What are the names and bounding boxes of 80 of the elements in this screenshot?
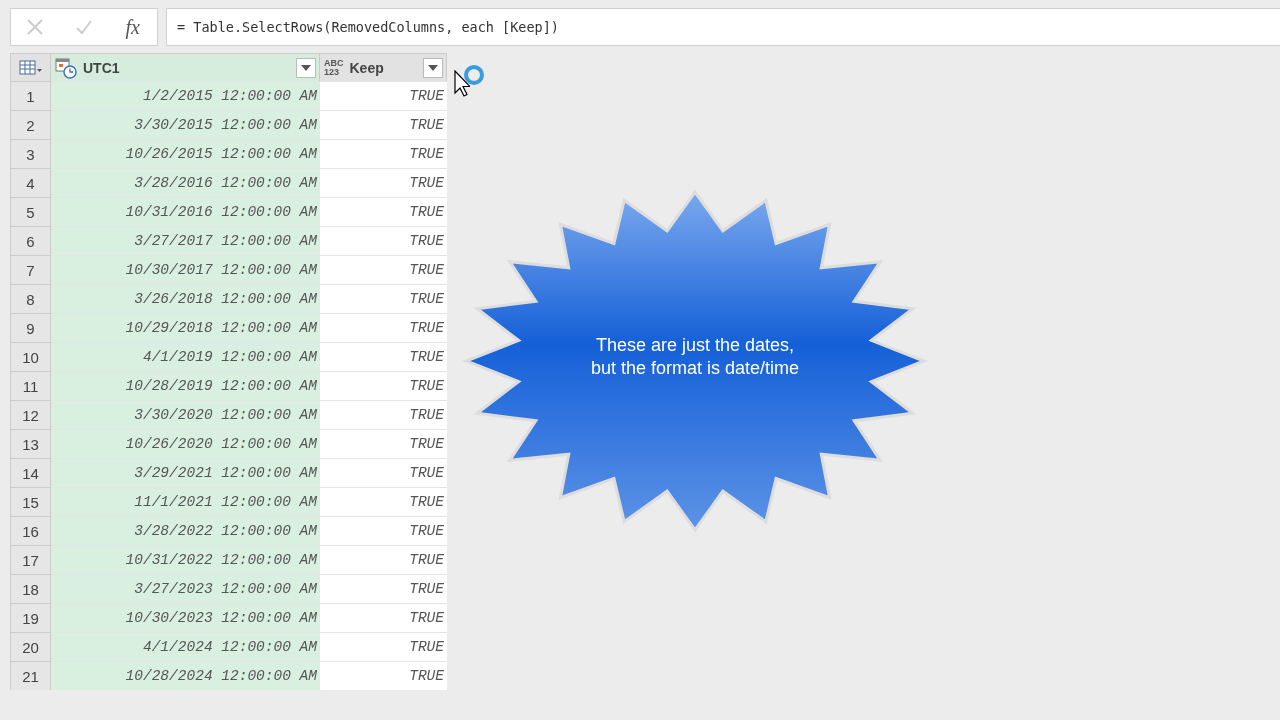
row-number: 6	[11, 226, 51, 255]
table-cell: TRUE	[320, 458, 447, 487]
row-number: 12	[11, 400, 51, 429]
row-number: 21	[11, 661, 51, 690]
datetime-type-icon	[55, 56, 77, 79]
row-number: 7	[11, 255, 51, 284]
row-number: 14	[11, 458, 51, 487]
row-number: 1	[11, 81, 51, 110]
table-cell: 10/31/2016 12:00:00 AM	[51, 197, 320, 226]
table-cell: 3/27/2017 12:00:00 AM	[51, 226, 320, 255]
formula-field[interactable]: = Table.SelectRows(RemovedColumns, each [Keep])	[166, 8, 1280, 46]
row-number: 4	[11, 168, 51, 197]
caret-icon	[428, 64, 438, 71]
function-button[interactable]: fx	[118, 13, 147, 41]
table-cell: TRUE	[320, 371, 447, 400]
row-number: 8	[11, 284, 51, 313]
callout-text: These are just the dates, but the format is date/time	[589, 334, 801, 380]
table-cell: 10/28/2019 12:00:00 AM	[51, 371, 320, 400]
column-name: UTC1	[83, 59, 121, 76]
column-name: Keep	[349, 59, 385, 76]
table-cell: TRUE	[320, 342, 447, 371]
table-cell: 11/1/2021 12:00:00 AM	[51, 487, 320, 516]
table-cell: TRUE	[320, 255, 447, 284]
table-cell: TRUE	[320, 226, 447, 255]
row-number: 11	[11, 371, 51, 400]
row-number: 19	[11, 603, 51, 632]
table-cell: TRUE	[320, 632, 447, 661]
caret-icon	[301, 64, 311, 71]
table-cell: 3/28/2022 12:00:00 AM	[51, 516, 320, 545]
table-cell: 10/31/2022 12:00:00 AM	[51, 545, 320, 574]
table-cell: TRUE	[320, 110, 447, 139]
table-cell: TRUE	[320, 197, 447, 226]
table-cell: 4/1/2019 12:00:00 AM	[51, 342, 320, 371]
table-cell: 10/26/2020 12:00:00 AM	[51, 429, 320, 458]
table-menu-icon[interactable]	[18, 59, 43, 76]
filter-dropdown[interactable]	[296, 57, 316, 78]
table-cell: 10/30/2017 12:00:00 AM	[51, 255, 320, 284]
row-number: 3	[11, 139, 51, 168]
type-label: ABC 123	[324, 58, 344, 77]
loading-spinner-icon	[462, 63, 486, 87]
table-cell: 3/26/2018 12:00:00 AM	[51, 284, 320, 313]
table-cell: 3/28/2016 12:00:00 AM	[51, 168, 320, 197]
table-cell: TRUE	[320, 284, 447, 313]
table-cell: 3/30/2015 12:00:00 AM	[51, 110, 320, 139]
table-cell: TRUE	[320, 545, 447, 574]
table-cell: 10/26/2015 12:00:00 AM	[51, 139, 320, 168]
table-cell: TRUE	[320, 313, 447, 342]
table-cell: TRUE	[320, 81, 447, 110]
table-cell: 1/2/2015 12:00:00 AM	[51, 81, 320, 110]
table-cell: 10/28/2024 12:00:00 AM	[51, 661, 320, 690]
table-cell: TRUE	[320, 574, 447, 603]
table-cell: 3/29/2021 12:00:00 AM	[51, 458, 320, 487]
table-cell: TRUE	[320, 139, 447, 168]
table-cell: 10/30/2023 12:00:00 AM	[51, 603, 320, 632]
row-number: 13	[11, 429, 51, 458]
table-cell: TRUE	[320, 516, 447, 545]
row-number: 15	[11, 487, 51, 516]
table-cell: TRUE	[320, 603, 447, 632]
row-number: 9	[11, 313, 51, 342]
row-number: 10	[11, 342, 51, 371]
row-number: 18	[11, 574, 51, 603]
check-icon	[75, 18, 93, 36]
row-number: 20	[11, 632, 51, 661]
row-number: 5	[11, 197, 51, 226]
row-number: 17	[11, 545, 51, 574]
filter-dropdown[interactable]	[423, 57, 443, 78]
table-cell: TRUE	[320, 661, 447, 690]
table-cell: 3/30/2020 12:00:00 AM	[51, 400, 320, 429]
table-cell: TRUE	[320, 400, 447, 429]
table-cell: 4/1/2024 12:00:00 AM	[51, 632, 320, 661]
column-header[interactable]: UTC1	[51, 53, 320, 81]
cursor-icon	[454, 70, 470, 98]
table-cell: 3/27/2023 12:00:00 AM	[51, 574, 320, 603]
table-cell: 10/29/2018 12:00:00 AM	[51, 313, 320, 342]
table-cell: TRUE	[320, 168, 447, 197]
row-number: 16	[11, 516, 51, 545]
table-cell: TRUE	[320, 487, 447, 516]
table-cell: TRUE	[320, 429, 447, 458]
x-icon	[26, 18, 45, 36]
row-number: 2	[11, 110, 51, 139]
